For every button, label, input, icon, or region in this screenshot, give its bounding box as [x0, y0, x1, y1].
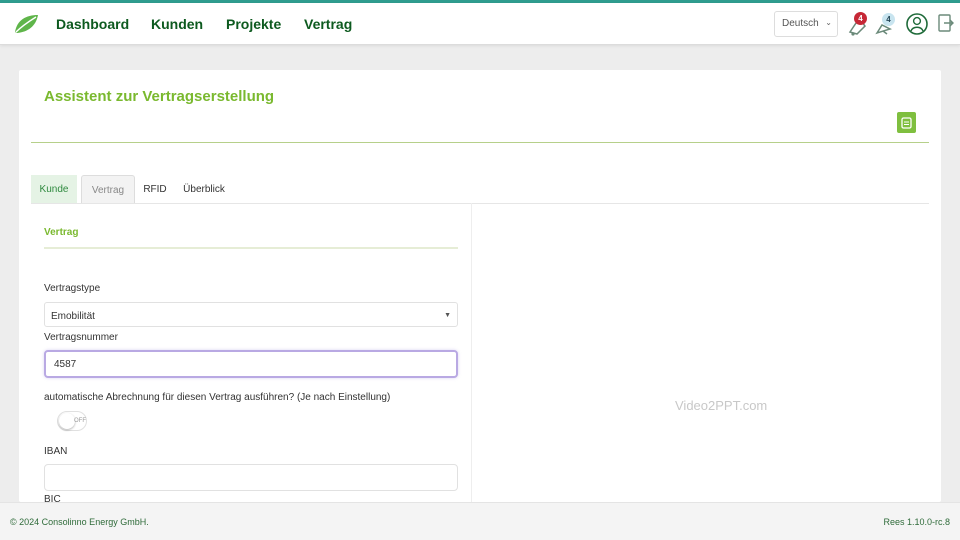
nav-kunden[interactable]: Kunden: [151, 16, 203, 32]
language-select[interactable]: Deutsch ⌄: [774, 11, 838, 37]
tab-rfid[interactable]: RFID: [139, 175, 171, 203]
nav-dashboard[interactable]: Dashboard: [56, 16, 129, 32]
print-button[interactable]: [897, 112, 916, 133]
leaf-logo-icon[interactable]: [12, 12, 40, 36]
top-navbar: Dashboard Kunden Projekte Vertrag Deutsc…: [0, 3, 960, 45]
tab-vertrag[interactable]: Vertrag: [81, 175, 135, 203]
auto-billing-toggle[interactable]: OFF: [57, 411, 87, 431]
nav-vertrag[interactable]: Vertrag: [304, 16, 352, 32]
language-value: Deutsch: [782, 18, 819, 29]
watermark-text: Video2PPT.com: [675, 398, 768, 413]
iban-input[interactable]: [44, 464, 458, 491]
toggle-state-text: OFF: [74, 418, 86, 424]
logout-icon[interactable]: [934, 11, 958, 37]
alert-count-badge: 4: [882, 13, 895, 26]
section-title: Vertrag: [44, 227, 79, 238]
tab-kunde[interactable]: Kunde: [31, 175, 77, 203]
contract-number-input[interactable]: [44, 350, 458, 378]
printer-icon: [901, 117, 912, 129]
toggle-knob: [59, 413, 75, 429]
user-profile-icon[interactable]: [905, 11, 929, 37]
footer-copyright: © 2024 Consolinno Energy GmbH.: [10, 517, 149, 527]
contract-type-label: Vertragstype: [44, 283, 101, 294]
section-divider: [44, 247, 458, 249]
notification-count-badge: 4: [854, 12, 867, 25]
page-footer: © 2024 Consolinno Energy GmbH. Rees 1.10…: [0, 502, 960, 540]
title-divider: [31, 142, 929, 143]
alert-button[interactable]: 4: [874, 11, 898, 37]
page-title: Assistent zur Vertragserstellung: [44, 88, 275, 105]
iban-label: IBAN: [44, 446, 68, 457]
auto-billing-label: automatische Abrechnung für diesen Vertr…: [44, 392, 391, 403]
caret-down-icon: ▼: [444, 312, 451, 319]
tab-ueberblick[interactable]: Überblick: [179, 175, 229, 203]
contract-number-label: Vertragsnummer: [44, 332, 118, 343]
notification-bell[interactable]: 4: [846, 11, 870, 37]
contract-wizard-card: Assistent zur Vertragserstellung Kunde V…: [19, 70, 941, 505]
nav-projekte[interactable]: Projekte: [226, 16, 281, 32]
footer-version: Rees 1.10.0-rc.8: [883, 517, 950, 527]
chevron-down-icon: ⌄: [825, 18, 832, 27]
contract-type-value: Emobilität: [51, 311, 95, 322]
contract-type-select[interactable]: Emobilität ▼: [44, 302, 458, 327]
